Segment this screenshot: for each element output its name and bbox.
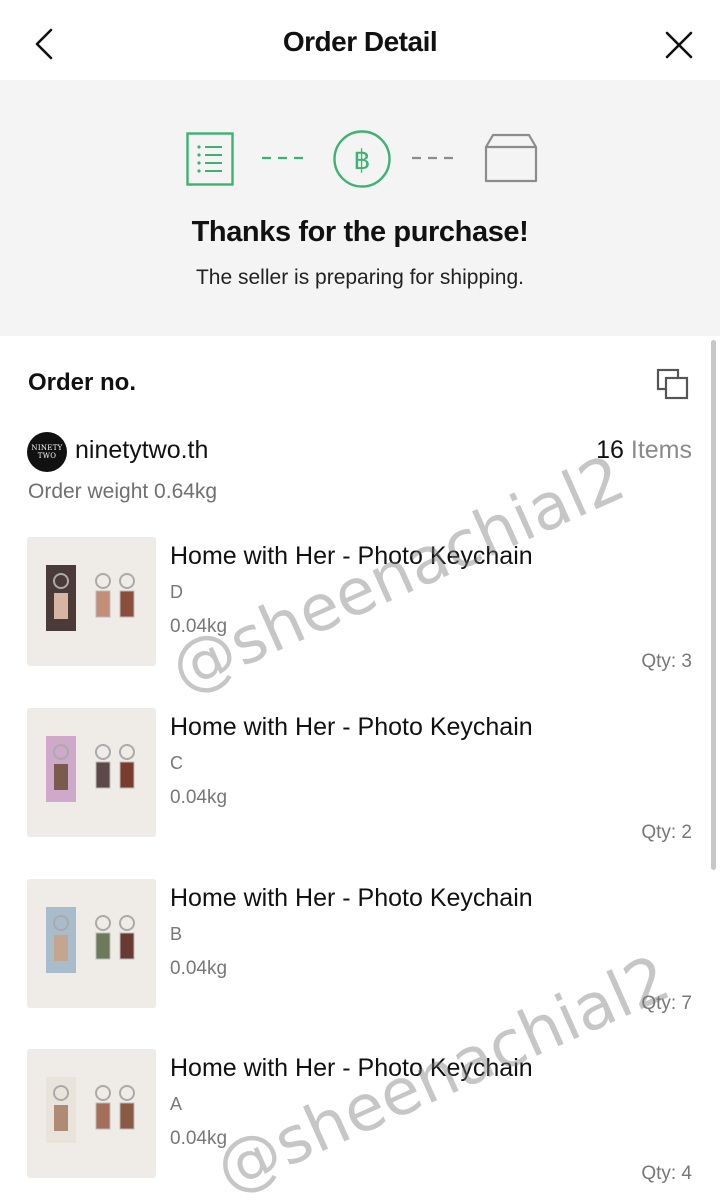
product-weight: 0.04kg <box>170 616 228 637</box>
top-navbar: Order Detail <box>0 0 720 80</box>
order-weight: Order weight 0.64kg <box>28 480 218 503</box>
product-weight: 0.04kg <box>170 787 228 808</box>
product-variant: D <box>170 582 183 602</box>
product-name: Home with Her - Photo Keychain <box>170 1054 533 1082</box>
list-icon <box>186 132 234 186</box>
copy-icon[interactable] <box>656 368 690 400</box>
product-weight: 0.04kg <box>170 1128 228 1149</box>
product-item[interactable]: Home with Her - Photo Keychain B 0.04kg … <box>0 879 720 1049</box>
order-status-panel: ฿ Thanks for the purchase! The seller is… <box>0 80 720 336</box>
product-weight: 0.04kg <box>170 958 228 979</box>
product-variant: C <box>170 753 183 773</box>
product-name: Home with Her - Photo Keychain <box>170 542 533 570</box>
product-quantity: Qty: 4 <box>641 1163 692 1184</box>
product-thumbnail[interactable] <box>27 537 156 666</box>
product-quantity: Qty: 3 <box>641 651 692 672</box>
product-name: Home with Her - Photo Keychain <box>170 713 533 741</box>
product-variant: A <box>170 1094 183 1114</box>
product-quantity: Qty: 7 <box>641 993 692 1014</box>
items-count-number: 16 <box>596 436 624 464</box>
product-thumbnail[interactable] <box>27 708 156 837</box>
product-item[interactable]: Home with Her - Photo Keychain D 0.04kg … <box>0 537 720 707</box>
product-variant: B <box>170 924 183 944</box>
items-count-word: Items <box>630 436 692 464</box>
order-number-label: Order no. <box>28 369 137 396</box>
product-thumbnail[interactable] <box>27 1049 156 1178</box>
shop-avatar-text-bottom: TWO <box>37 452 57 460</box>
product-item[interactable]: Home with Her - Photo Keychain C 0.04kg … <box>0 708 720 878</box>
baht-symbol: ฿ <box>353 145 370 176</box>
items-count: 16 Items <box>596 436 692 465</box>
product-thumbnail[interactable] <box>27 879 156 1008</box>
thanks-title: Thanks for the purchase! <box>191 216 529 248</box>
scrollbar[interactable] <box>711 340 716 870</box>
product-name: Home with Her - Photo Keychain <box>170 884 533 912</box>
shop-avatar[interactable]: NINETY TWO <box>27 432 67 472</box>
status-message: The seller is preparing for shipping. <box>195 266 524 289</box>
product-quantity: Qty: 2 <box>641 822 692 843</box>
step-connector-done <box>262 156 304 160</box>
page-title: Order Detail <box>282 26 438 57</box>
product-item[interactable]: Home with Her - Photo Keychain A 0.04kg … <box>0 1049 720 1200</box>
close-icon[interactable] <box>664 30 694 60</box>
box-icon <box>484 133 538 183</box>
step-connector-pending <box>412 156 454 160</box>
shop-name[interactable]: ninetytwo.th <box>75 436 208 465</box>
shop-avatar-text-top: NINETY <box>31 444 63 452</box>
baht-coin-icon: ฿ <box>333 130 391 188</box>
